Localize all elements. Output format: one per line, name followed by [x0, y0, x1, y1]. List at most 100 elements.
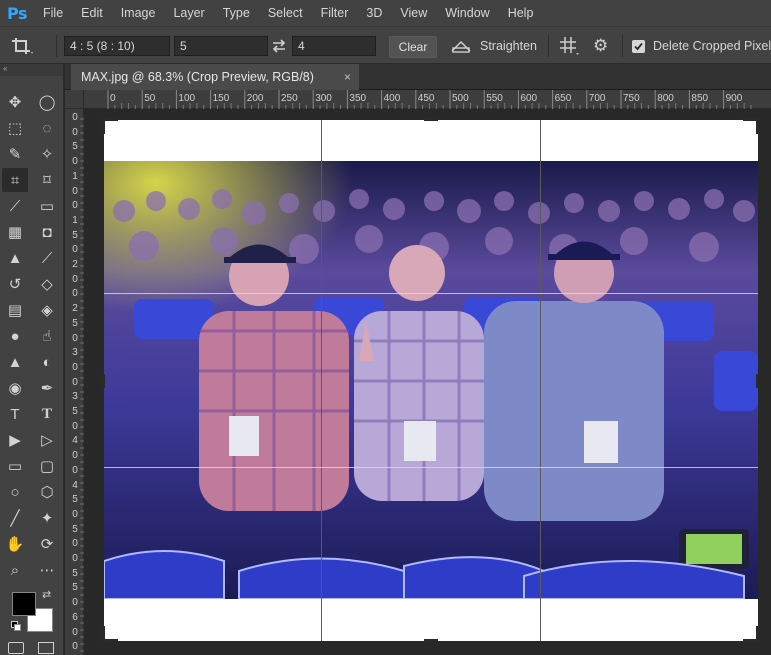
- patch-icon[interactable]: ◘: [34, 220, 60, 244]
- document-tab[interactable]: MAX.jpg @ 68.3% (Crop Preview, RGB/8) ×: [71, 64, 359, 90]
- quick-select-icon[interactable]: ✎: [2, 142, 28, 166]
- menu-image[interactable]: Image: [112, 0, 165, 26]
- hand-icon[interactable]: ✋: [2, 532, 28, 556]
- polygon-icon[interactable]: ⬡: [34, 480, 60, 504]
- crop-preview-photo[interactable]: [104, 161, 758, 599]
- close-tab-icon[interactable]: ×: [344, 64, 351, 90]
- crop-handle-top-right[interactable]: [756, 118, 759, 134]
- history-brush-icon[interactable]: ↺: [2, 272, 28, 296]
- menu-view[interactable]: View: [391, 0, 436, 26]
- crop-handle-bottom-right[interactable]: [756, 626, 759, 642]
- ratio-preset-select[interactable]: 4 : 5 (8 : 10): [64, 36, 170, 56]
- menu-select[interactable]: Select: [259, 0, 312, 26]
- path-select-icon[interactable]: ▶: [2, 428, 28, 452]
- crop-settings-button[interactable]: ⚙: [593, 27, 608, 65]
- tool-preset-picker[interactable]: [10, 27, 36, 65]
- vertical-ruler[interactable]: 0 0 5 0 1 0 0 1 5 0 2 0 0 2 5 0 3 0 0 3 5 0 4 0 0 4 5 0 5 0 0 5 5 0 6 0 0: [65, 109, 84, 655]
- menu-help[interactable]: Help: [499, 0, 543, 26]
- direct-select-icon[interactable]: ▷: [34, 428, 60, 452]
- ruler-v-label: 5: [72, 523, 78, 535]
- crop-handle-top-left[interactable]: [102, 118, 105, 134]
- crop-handle-top-center[interactable]: [424, 118, 438, 121]
- magic-wand-icon[interactable]: ✧: [34, 142, 60, 166]
- menu-filter[interactable]: Filter: [312, 0, 358, 26]
- crop-grid-line-h2: [104, 467, 758, 468]
- vertical-type-icon[interactable]: T: [2, 402, 28, 426]
- menu-layer[interactable]: Layer: [164, 0, 213, 26]
- swap-button[interactable]: [268, 27, 290, 65]
- foreground-color-swatch[interactable]: [12, 592, 36, 616]
- ruler-v-label: 4: [72, 435, 78, 447]
- zoom-icon[interactable]: ⌕: [2, 558, 28, 582]
- menu-3d[interactable]: 3D: [357, 0, 391, 26]
- ellipse-icon[interactable]: ○: [2, 480, 28, 504]
- perspective-crop-icon[interactable]: ⌑: [34, 168, 60, 192]
- lasso-icon[interactable]: ◯: [34, 90, 60, 114]
- paint-bucket-icon[interactable]: ◈: [34, 298, 60, 322]
- options-bar: 4 : 5 (8 : 10) 5 4 Clear Straighten ⚙ De…: [0, 26, 771, 64]
- menu-type[interactable]: Type: [214, 0, 259, 26]
- ruler-v-label: 0: [72, 626, 78, 638]
- marquee-rect-icon[interactable]: ⬚: [2, 116, 28, 140]
- ratio-width-input[interactable]: 5: [174, 36, 268, 56]
- brush-icon[interactable]: ⟋: [34, 246, 60, 270]
- ruler-v-label: 0: [72, 288, 78, 300]
- ruler-v-label: 3: [72, 347, 78, 359]
- ruler-v-label: 0: [72, 508, 78, 520]
- rotate-view-icon[interactable]: ⟳: [34, 532, 60, 556]
- crop-handle-middle-right[interactable]: [756, 374, 759, 388]
- clear-button[interactable]: Clear: [389, 36, 437, 58]
- screen-mode-icon[interactable]: [38, 642, 54, 654]
- rounded-rect-icon[interactable]: ▢: [34, 454, 60, 478]
- ruler-h-label: 0: [110, 93, 116, 104]
- crop-tool-icon[interactable]: ⌗: [2, 168, 28, 192]
- horizontal-ruler[interactable]: 0 50 100 150 200 250 300 350 400 450 500 550 600 650 7…: [65, 90, 771, 109]
- quick-mask-icon[interactable]: [8, 642, 24, 654]
- rectangle-icon[interactable]: ▭: [2, 454, 28, 478]
- line-icon[interactable]: ╱: [2, 506, 28, 530]
- ruler-v-label: 0: [72, 376, 78, 388]
- ruler-h-label: 500: [452, 93, 469, 104]
- sponge-icon[interactable]: ◉: [2, 376, 28, 400]
- ruler-h-label: 750: [623, 93, 640, 104]
- eyedropper-icon[interactable]: ⟋: [2, 194, 28, 218]
- dodge-icon[interactable]: ◐: [34, 350, 60, 374]
- healing-brush-icon[interactable]: ▦: [2, 220, 28, 244]
- options-separator: [622, 35, 623, 57]
- delete-cropped-checkbox[interactable]: Delete Cropped Pixels: [632, 27, 771, 65]
- sharpen-icon[interactable]: ▲: [2, 350, 28, 374]
- straighten-button[interactable]: Straighten: [450, 27, 537, 65]
- ruler-v-label: 5: [72, 229, 78, 241]
- ruler-v-label: 4: [72, 479, 78, 491]
- ruler-v-label: 0: [72, 200, 78, 212]
- swap-colors-icon[interactable]: ⇄: [42, 588, 51, 601]
- menu-edit[interactable]: Edit: [72, 0, 112, 26]
- tools-panel-collapse[interactable]: «: [0, 64, 63, 76]
- move-tool-icon[interactable]: ✥: [2, 90, 28, 114]
- horizontal-type-icon[interactable]: T: [34, 402, 60, 426]
- marquee-ellipse-icon[interactable]: ◌: [34, 116, 60, 140]
- ruler-origin[interactable]: [65, 90, 84, 109]
- blur-icon[interactable]: ●: [2, 324, 28, 348]
- ruler-tool-icon[interactable]: ▭: [34, 194, 60, 218]
- custom-shape-icon[interactable]: ✦: [34, 506, 60, 530]
- gradient-icon[interactable]: ▤: [2, 298, 28, 322]
- ruler-v-label: 0: [72, 420, 78, 432]
- menu-file[interactable]: File: [34, 0, 72, 26]
- swap-arrows-icon: [272, 39, 286, 53]
- overlay-options-button[interactable]: [558, 27, 580, 65]
- clone-stamp-icon[interactable]: ▲: [2, 246, 28, 270]
- crop-handle-bottom-left[interactable]: [102, 626, 105, 642]
- smudge-icon[interactable]: ☝: [34, 324, 60, 348]
- pen-icon[interactable]: ✒: [34, 376, 60, 400]
- crop-handle-bottom-center[interactable]: [424, 639, 438, 642]
- default-colors-icon[interactable]: [11, 621, 21, 631]
- photoshop-logo: Ps: [7, 3, 27, 23]
- crop-handle-middle-left[interactable]: [102, 374, 105, 388]
- eraser-icon[interactable]: ◇: [34, 272, 60, 296]
- more-tools-icon[interactable]: ⋯: [34, 558, 60, 582]
- menu-window[interactable]: Window: [436, 0, 498, 26]
- ruler-h-label: 700: [588, 93, 606, 104]
- ratio-height-input[interactable]: 4: [292, 36, 376, 56]
- ruler-v-label: 0: [72, 464, 78, 476]
